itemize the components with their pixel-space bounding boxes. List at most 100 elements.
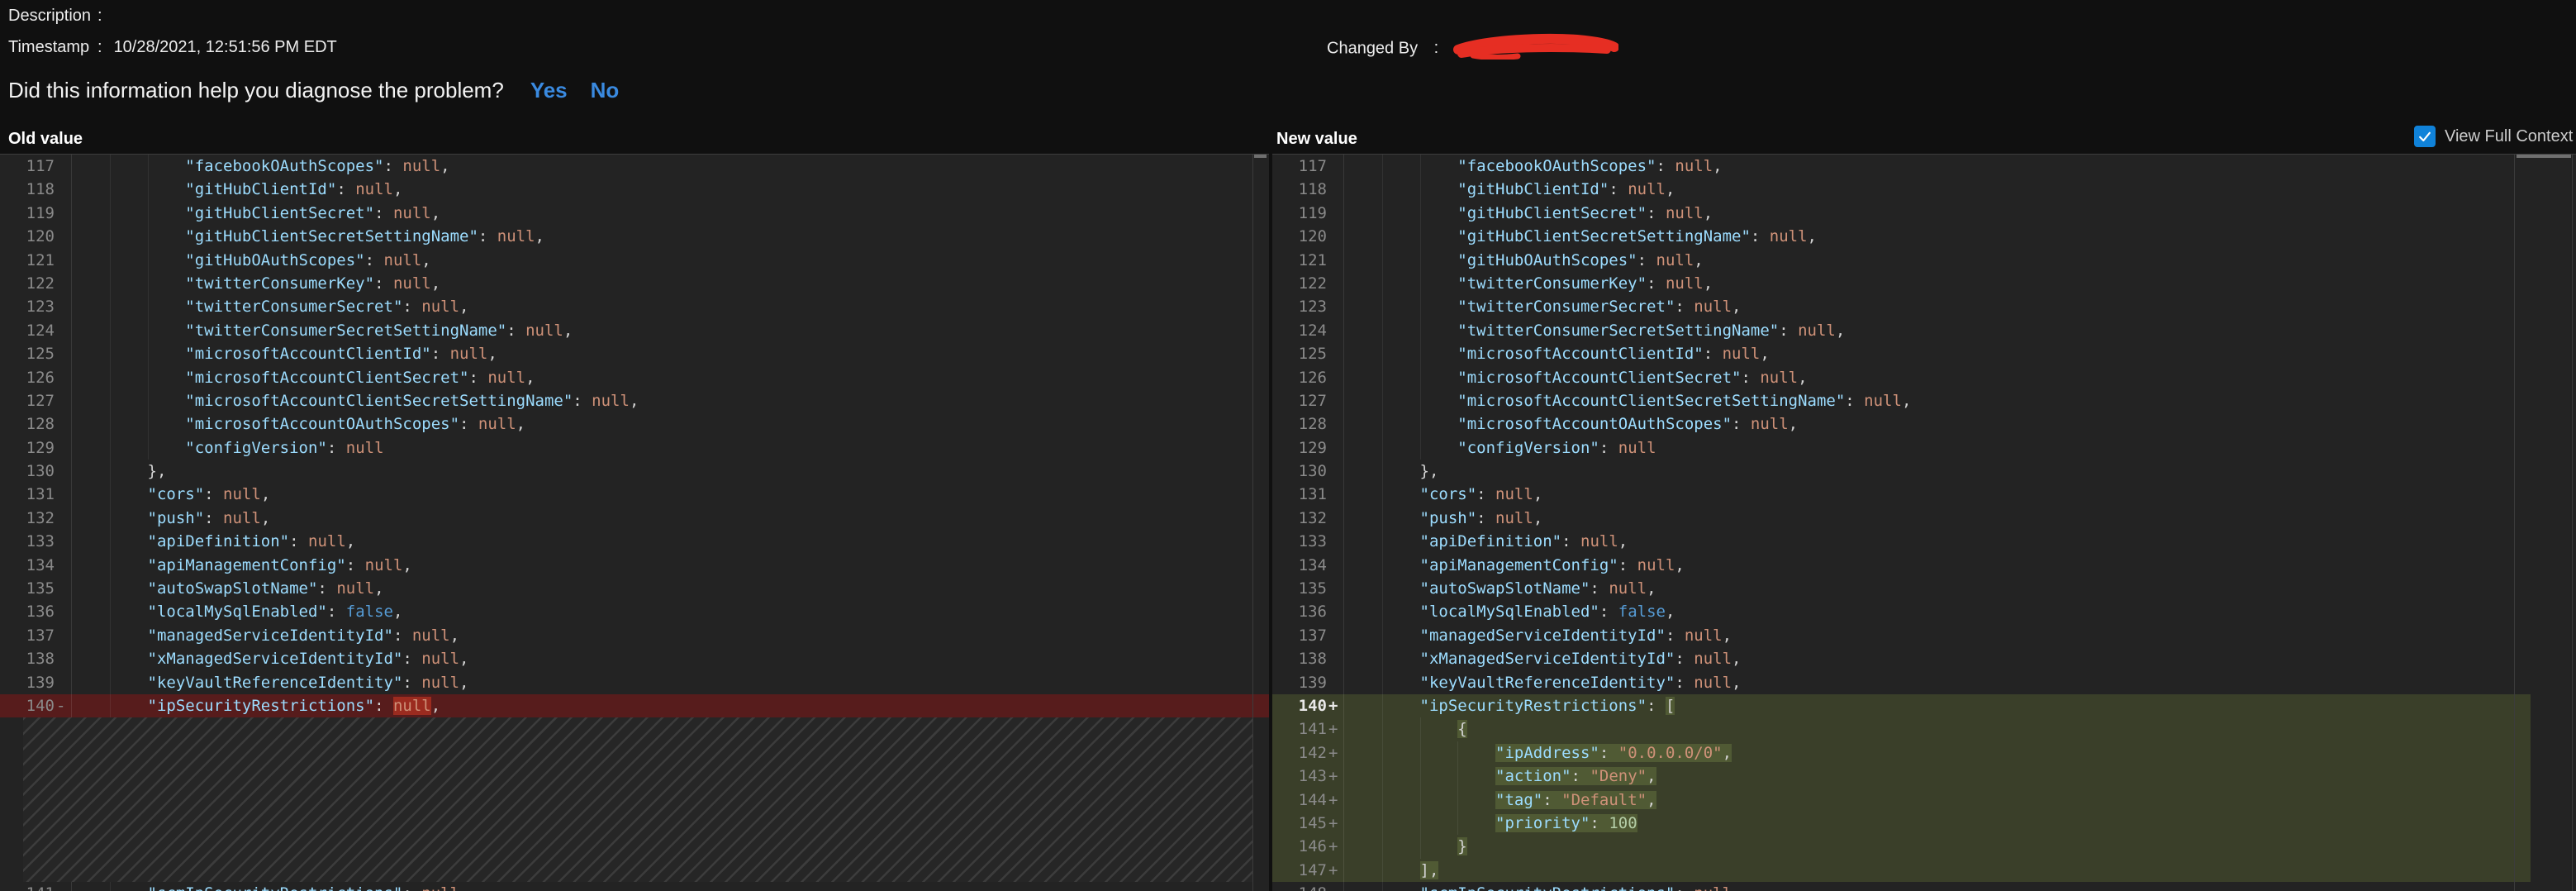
code-line: 128 "microsoftAccountOAuthScopes": null, [0,412,1269,436]
old-value-pane[interactable]: 117 "facebookOAuthScopes": null,118 "git… [0,154,1269,891]
view-full-context-control[interactable]: View Full Context [2414,126,2573,147]
code-line: 141 "scmIpSecurityRestrictions": null, [0,882,1269,891]
code-line: 125 "microsoftAccountClientId": null, [1272,342,2576,365]
code-line: 125 "microsoftAccountClientId": null, [0,342,1269,365]
line-number: 121 [0,249,55,272]
feedback-question-row: Did this information help you diagnose t… [8,78,619,103]
diff-marker [55,225,71,248]
diff-marker: + [1327,765,1343,788]
diff-marker [1327,436,1343,460]
line-number: 144 [1272,789,1327,812]
diff-marker [1327,178,1343,201]
new-value-pane[interactable]: 117 "facebookOAuthScopes": null,118 "git… [1272,154,2576,891]
diff-marker [55,319,71,342]
code-line: 126 "microsoftAccountClientSecret": null… [0,366,1269,389]
line-number: 129 [1272,436,1327,460]
line-number: 134 [1272,554,1327,577]
line-number: 136 [0,600,55,623]
line-number: 142 [1272,741,1327,765]
line-number: 124 [0,319,55,342]
code-line: 132 "push": null, [1272,507,2576,530]
code-line: 123 "twitterConsumerSecret": null, [1272,295,2576,318]
line-number: 130 [1272,460,1327,483]
line-number: 138 [0,647,55,670]
timestamp-value: 10/28/2021, 12:51:56 PM EDT [114,38,337,56]
line-number: 121 [1272,249,1327,272]
new-value-title: New value [1276,130,1357,149]
line-number: 123 [1272,295,1327,318]
diff-marker: + [1327,694,1343,717]
timestamp-label: Timestamp [8,38,97,57]
code-line: 119 "gitHubClientSecret": null, [1272,202,2576,225]
diff-marker [55,389,71,412]
code-line: 140+ "ipSecurityRestrictions": [ [1272,694,2531,717]
line-number: 119 [0,202,55,225]
feedback-no-link[interactable]: No [591,78,620,102]
diff-marker [55,460,71,483]
code-line: 122 "twitterConsumerKey": null, [1272,272,2576,295]
line-number: 124 [1272,319,1327,342]
line-number: 133 [1272,530,1327,553]
code-line: 131 "cors": null, [0,483,1269,506]
diff-marker [1327,882,1343,891]
code-line: 132 "push": null, [0,507,1269,530]
diff-marker [55,671,71,694]
diff-marker [1327,507,1343,530]
line-number: 132 [0,507,55,530]
code-line: 133 "apiDefinition": null, [1272,530,2576,553]
change-diff-details-page: Description: Timestamp:10/28/2021, 12:51… [0,0,2576,891]
code-line: 124 "twitterConsumerSecretSettingName": … [0,319,1269,342]
line-number: 136 [1272,600,1327,623]
code-line: 138 "xManagedServiceIdentityId": null, [0,647,1269,670]
line-number: 119 [1272,202,1327,225]
line-number: 127 [1272,389,1327,412]
code-line: 127 "microsoftAccountClientSecretSetting… [0,389,1269,412]
line-number: 148 [1272,882,1327,891]
line-number: 122 [0,272,55,295]
line-number: 128 [0,412,55,436]
diff-marker [1327,554,1343,577]
feedback-yes-link[interactable]: Yes [530,78,568,102]
line-number: 123 [0,295,55,318]
diff-marker [55,295,71,318]
diff-marker [1327,225,1343,248]
code-line: 126 "microsoftAccountClientSecret": null… [1272,366,2576,389]
diff-marker [1327,319,1343,342]
diff-marker [55,882,71,891]
changed-by-colon: : [1434,39,1439,58]
view-full-context-checkbox[interactable] [2414,126,2436,147]
diff-marker [55,530,71,553]
view-full-context-label: View Full Context [2445,127,2573,146]
line-number: 141 [0,882,55,891]
diff-marker [1327,202,1343,225]
code-line: 120 "gitHubClientSecretSettingName": nul… [1272,225,2576,248]
code-line: 117 "facebookOAuthScopes": null, [0,155,1269,178]
code-line: 136 "localMySqlEnabled": false, [1272,600,2576,623]
code-line: 129 "configVersion": null [1272,436,2576,460]
code-line: 138 "xManagedServiceIdentityId": null, [1272,647,2576,670]
code-line: 141+ { [1272,717,2531,741]
diff-marker [1327,249,1343,272]
code-line: 129 "configVersion": null [0,436,1269,460]
diff-marker: + [1327,717,1343,741]
diff-marker: + [1327,741,1343,765]
line-number: 147 [1272,859,1327,882]
line-number: 118 [1272,178,1327,201]
timestamp-row: Timestamp:10/28/2021, 12:51:56 PM EDT [8,38,337,57]
feedback-question: Did this information help you diagnose t… [8,78,504,102]
line-number: 139 [1272,671,1327,694]
diff-marker: + [1327,812,1343,835]
line-number: 117 [0,155,55,178]
code-line: 145+ "priority": 100 [1272,812,2531,835]
diff-marker [1327,530,1343,553]
diff-marker [55,178,71,201]
code-line: 148 "scmIpSecurityRestrictions": null, [1272,882,2576,891]
code-line: 118 "gitHubClientId": null, [1272,178,2576,201]
line-number: 130 [0,460,55,483]
line-number: 137 [1272,624,1327,647]
code-line: 121 "gitHubOAuthScopes": null, [1272,249,2576,272]
diff-marker [1327,577,1343,600]
code-line: 140- "ipSecurityRestrictions": null, [0,694,1269,717]
code-line: 139 "keyVaultReferenceIdentity": null, [0,671,1269,694]
code-line: 122 "twitterConsumerKey": null, [0,272,1269,295]
